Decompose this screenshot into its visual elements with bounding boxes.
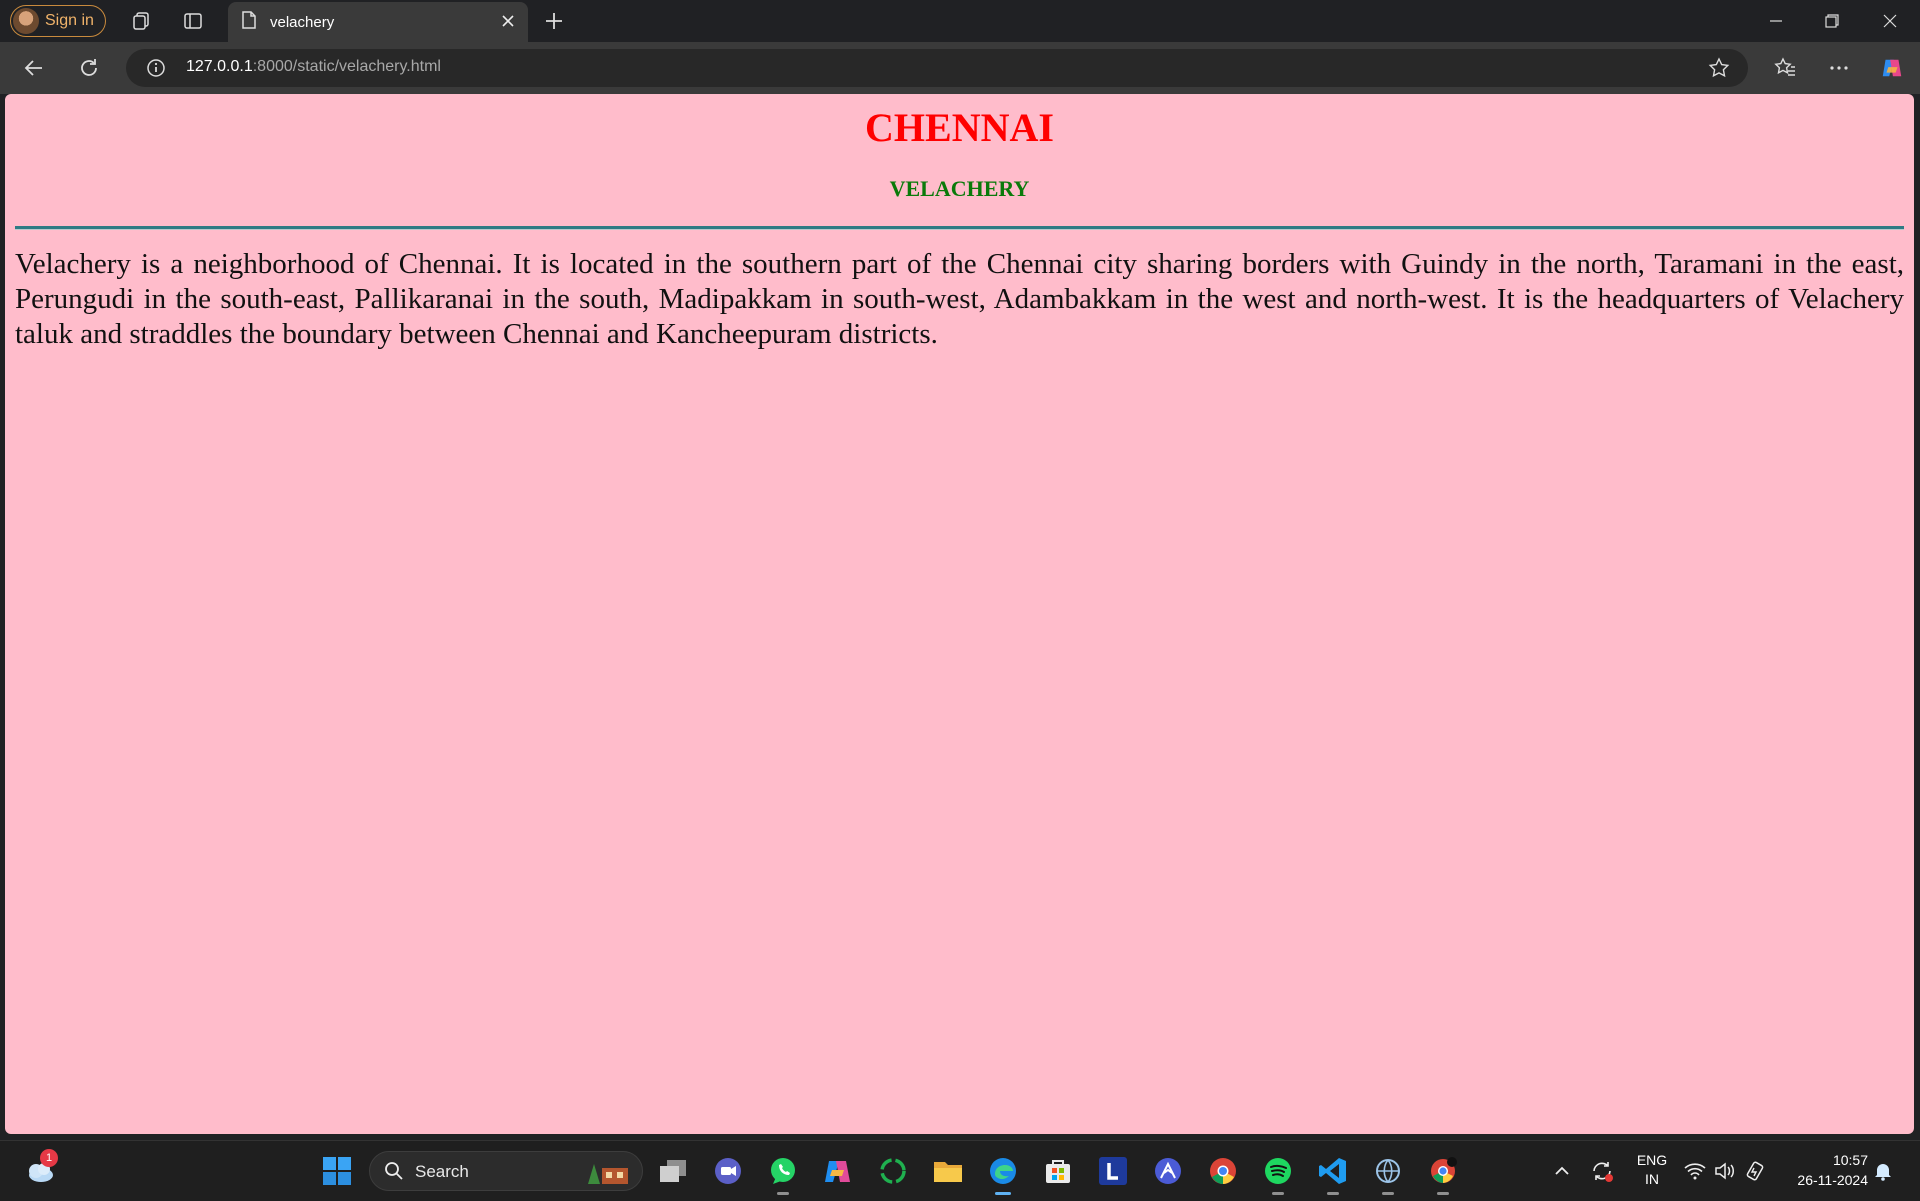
page-subheading: VELACHERY [889,176,1030,201]
search-label: Search [415,1162,469,1181]
running-indicator [1437,1192,1449,1195]
page-icon [242,11,256,33]
language-line2: IN [1645,1171,1659,1187]
vscode-icon[interactable] [1315,1153,1351,1195]
windows-start-icon[interactable] [319,1153,355,1189]
running-indicator [1327,1192,1339,1195]
spotify-icon[interactable] [1260,1153,1296,1195]
more-options-icon[interactable] [1827,56,1851,80]
arc-app-icon[interactable] [1150,1153,1186,1189]
whatsapp-icon[interactable] [765,1153,801,1195]
notifications-bell-icon[interactable] [1868,1153,1898,1189]
close-window-icon[interactable] [1879,10,1901,32]
clock-time: 10:57 [1832,1152,1868,1168]
favorite-star-icon[interactable] [1708,57,1730,84]
copilot-app-icon[interactable] [820,1153,856,1189]
close-tab-icon[interactable] [500,13,516,33]
task-view-icon[interactable] [655,1153,691,1189]
browser-tab-bar: Sign in velachery [0,0,1920,42]
search-icon [384,1161,404,1186]
running-indicator [777,1192,789,1195]
chrome-profile-icon[interactable] [1425,1153,1461,1195]
minimize-icon[interactable] [1765,10,1787,32]
url-path: :8000/static/velachery.html [252,58,441,75]
favorites-icon[interactable] [1773,56,1797,80]
horizontal-rule [15,226,1904,230]
wifi-icon[interactable] [1680,1153,1710,1189]
meet-app-icon[interactable] [710,1153,746,1189]
chrome-icon[interactable] [1205,1153,1241,1189]
refresh-icon[interactable] [77,56,101,80]
weather-badge: 1 [40,1149,58,1167]
edge-browser-icon[interactable] [985,1153,1021,1195]
avatar [13,8,39,34]
browser-toolbar: 127.0.0.1:8000/static/velachery.html [0,42,1920,94]
taskbar: 1 Search ENG IN 10:57 26-11-2024 [0,1140,1920,1201]
search-highlight-icon [582,1158,632,1191]
l-app-icon[interactable] [1095,1153,1131,1189]
active-indicator [995,1192,1011,1195]
language-indicator[interactable]: ENG IN [1632,1151,1672,1189]
copilot-icon[interactable] [1880,56,1904,80]
tab-velachery[interactable]: velachery [228,2,528,42]
circle-app-icon[interactable] [875,1153,911,1189]
store-icon[interactable] [1040,1153,1076,1189]
url-text[interactable]: 127.0.0.1:8000/static/velachery.html [186,58,441,76]
sync-icon[interactable] [1584,1153,1620,1189]
globe-app-icon[interactable] [1370,1153,1406,1195]
url-host: 127.0.0.1 [186,58,253,75]
language-line1: ENG [1636,1152,1668,1168]
new-tab-icon[interactable] [542,9,566,33]
address-bar[interactable]: 127.0.0.1:8000/static/velachery.html [126,49,1748,87]
taskbar-search[interactable]: Search [369,1151,643,1191]
clock-date: 26-11-2024 [1797,1172,1868,1188]
file-explorer-icon[interactable] [930,1153,966,1189]
page-heading: CHENNAI [865,105,1054,150]
workspaces-icon[interactable] [129,9,153,33]
battery-icon[interactable] [1740,1153,1770,1189]
page-viewport: CHENNAI VELACHERY Velachery is a neighbo… [5,94,1914,1134]
sign-in-button[interactable]: Sign in [10,5,106,37]
volume-icon[interactable] [1710,1153,1740,1189]
tab-title: velachery [270,13,335,31]
sign-in-label: Sign in [45,12,94,29]
page-paragraph: Velachery is a neighborhood of Chennai. … [15,248,1904,350]
running-indicator [1382,1192,1394,1195]
site-info-icon[interactable] [146,58,166,83]
back-icon[interactable] [22,56,46,80]
tab-actions-icon[interactable] [181,9,205,33]
show-hidden-icons-chevron-icon[interactable] [1544,1153,1580,1189]
clock[interactable]: 10:57 26-11-2024 [1778,1150,1868,1190]
running-indicator [1272,1192,1284,1195]
restore-icon[interactable] [1821,10,1843,32]
